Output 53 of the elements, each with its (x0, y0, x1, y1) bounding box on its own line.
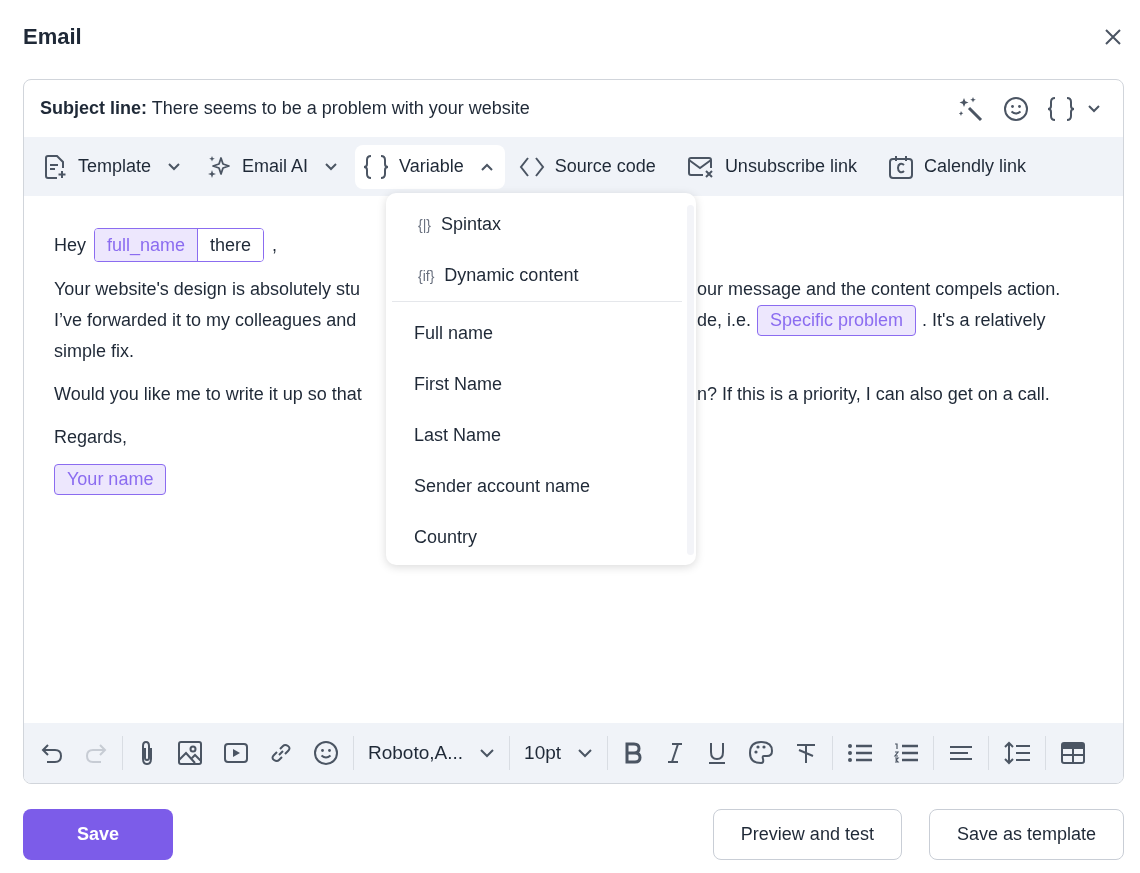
body-text: Regards, (54, 426, 128, 448)
toolbar-tab[interactable]: Calendly link (879, 144, 1043, 189)
table-icon[interactable] (1060, 741, 1087, 765)
body-text: our message and the content compels action. (697, 279, 1061, 300)
undo-icon[interactable] (40, 742, 64, 764)
smiley-icon[interactable] (1003, 95, 1029, 122)
toolbar-tab[interactable]: Template (36, 144, 193, 189)
menu-item[interactable]: {|} Spintax (392, 199, 682, 250)
variable-type-icon: {|} (418, 216, 431, 233)
toolbar-tab[interactable]: Unsubscribe link (678, 144, 874, 189)
toolbar-tab[interactable]: Source code (510, 144, 673, 189)
toolbar-tab[interactable]: Email AI (198, 144, 350, 189)
preview-button[interactable]: Preview and test (712, 809, 902, 860)
chevron-down-icon (577, 748, 594, 758)
menu-item[interactable]: First Name (392, 359, 682, 410)
font-select[interactable]: Roboto,A... (368, 742, 496, 764)
font-size-select[interactable]: 10pt (524, 742, 594, 764)
braces-icon (363, 153, 390, 180)
toolbar-tab[interactable]: Variable (355, 144, 505, 189)
menu-item[interactable]: Last Name (392, 410, 682, 461)
body-text: Your website's design is absolutely stu (54, 279, 361, 300)
body-text: n? If this is a priority, I can also get on a call. (697, 384, 1050, 405)
greeting-text: Hey (54, 234, 86, 256)
variable-type-icon: {if} (418, 267, 435, 284)
close-icon[interactable] (1104, 28, 1122, 46)
magic-wand-icon[interactable] (957, 95, 985, 122)
align-left-icon[interactable] (948, 743, 975, 763)
calendar-icon (887, 153, 914, 180)
body-text: de, i.e. (697, 310, 752, 331)
image-icon[interactable] (177, 740, 203, 766)
menu-item[interactable]: Full name (392, 308, 682, 359)
smiley-icon[interactable] (313, 740, 339, 766)
body-text: . It's a relatively (922, 310, 1046, 331)
video-icon[interactable] (223, 742, 249, 764)
menu-item[interactable]: Country (392, 512, 682, 563)
line-height-icon[interactable] (1003, 741, 1032, 765)
body-text: simple fix. (54, 341, 134, 362)
bullet-list-icon[interactable] (847, 742, 874, 764)
variable-chip[interactable]: full_name there (94, 228, 265, 262)
subject-line[interactable]: Subject line: There seems to be a problem with your website (40, 98, 939, 119)
save-template-button[interactable]: Save as template (928, 809, 1124, 860)
numbered-list-icon[interactable] (893, 742, 920, 764)
menu-item[interactable]: {if} Dynamic content (392, 250, 682, 301)
palette-icon[interactable] (748, 740, 775, 766)
body-text: I’ve forwarded it to my colleagues and (54, 310, 358, 331)
chevron-down-icon (479, 748, 496, 758)
save-button[interactable]: Save (23, 809, 173, 860)
dialog-title: Email (23, 24, 82, 50)
document-plus-icon (44, 153, 68, 180)
link-icon[interactable] (269, 741, 293, 765)
body-text: Would you like me to write it up so that (54, 384, 363, 405)
comma-text: , (272, 234, 278, 256)
menu-item[interactable]: Sender account name (392, 461, 682, 512)
